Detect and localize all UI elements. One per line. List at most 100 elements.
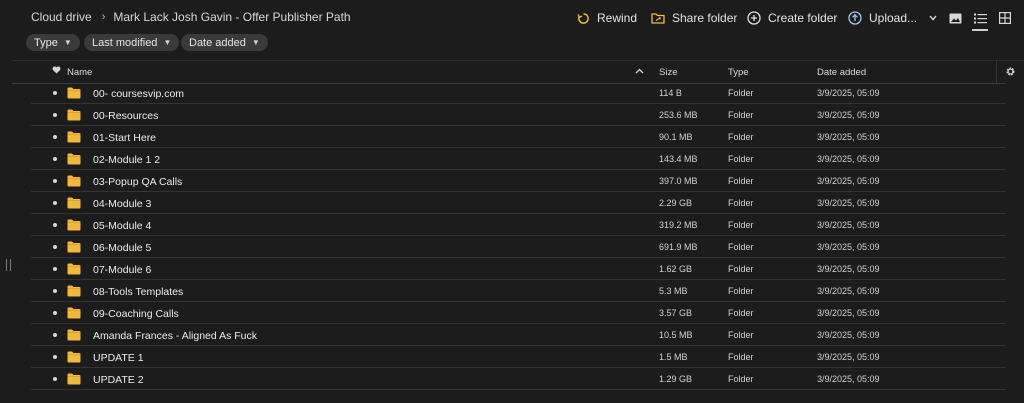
file-list: 00- coursesvip.com 114 B Folder 3/9/2025, 0… (0, 82, 1024, 390)
table-row[interactable]: UPDATE 1 1.5 MB Folder 3/9/2025, 05:09 (0, 346, 1024, 368)
sidebar-resize-handle[interactable] (6, 259, 11, 271)
row-date-added: 3/9/2025, 05:09 (817, 110, 880, 120)
thumbnail-view-button[interactable] (946, 9, 964, 27)
row-name[interactable]: 00- coursesvip.com (93, 88, 184, 100)
plus-circle-icon (747, 11, 761, 25)
folder-icon (67, 263, 81, 278)
table-row[interactable]: 09-Coaching Calls 3.57 GB Folder 3/9/2025, … (0, 302, 1024, 324)
breadcrumb-separator-icon: › (101, 11, 106, 23)
type-filter-label: Type (34, 36, 58, 49)
table-header: Name Size Type Date added (12, 61, 1024, 83)
column-settings-button[interactable] (996, 60, 1024, 83)
row-size: 2.29 GB (659, 198, 693, 208)
folder-icon (67, 351, 81, 366)
row-name[interactable]: 00-Resources (93, 110, 158, 122)
upload-button[interactable]: Upload... (848, 9, 937, 27)
row-date-added: 3/9/2025, 05:09 (817, 132, 880, 142)
row-bullet (53, 311, 57, 315)
chevron-down-icon: ▼ (163, 38, 172, 47)
sort-chevron-up-icon[interactable] (635, 66, 644, 77)
row-name[interactable]: 07-Module 6 (93, 264, 151, 276)
chevron-down-icon[interactable] (929, 15, 937, 21)
share-folder-label: Share folder (672, 11, 738, 25)
row-bullet (53, 91, 57, 95)
row-type: Folder (728, 176, 754, 186)
row-type: Folder (728, 286, 754, 296)
rewind-label: Rewind (597, 11, 638, 25)
table-row[interactable]: 05-Module 4 319.2 MB Folder 3/9/2025, 05:09 (0, 214, 1024, 236)
row-date-added: 3/9/2025, 05:09 (817, 176, 880, 186)
row-date-added: 3/9/2025, 05:09 (817, 220, 880, 230)
create-folder-button[interactable]: Create folder (747, 9, 837, 27)
upload-label: Upload... (869, 11, 918, 25)
folder-icon (67, 87, 81, 102)
list-view-button[interactable] (971, 9, 989, 31)
table-row[interactable]: 07-Module 6 1.62 GB Folder 3/9/2025, 05:09 (0, 258, 1024, 280)
folder-icon (67, 373, 81, 388)
share-folder-button[interactable]: Share folder (651, 9, 737, 27)
row-size: 1.62 GB (659, 264, 693, 274)
image-icon (949, 13, 961, 23)
table-row[interactable]: 04-Module 3 2.29 GB Folder 3/9/2025, 05:09 (0, 192, 1024, 214)
rewind-button[interactable]: Rewind (577, 9, 637, 27)
column-header-name[interactable]: Name (67, 67, 92, 78)
row-name[interactable]: 06-Module 5 (93, 242, 151, 254)
row-type: Folder (728, 264, 754, 274)
row-size: 10.5 MB (659, 330, 693, 340)
grid-icon (999, 12, 1011, 24)
top-bar: Cloud drive › Mark Lack Josh Gavin - Off… (0, 0, 1024, 34)
row-size: 5.3 MB (659, 286, 688, 296)
heart-icon[interactable] (52, 66, 61, 77)
row-type: Folder (728, 154, 754, 164)
breadcrumb-current: Mark Lack Josh Gavin - Offer Publisher P… (113, 10, 351, 24)
chevron-down-icon: ▼ (251, 38, 260, 47)
column-header-size[interactable]: Size (659, 67, 677, 78)
row-name[interactable]: 02-Module 1 2 (93, 154, 160, 166)
row-size: 3.57 GB (659, 308, 693, 318)
row-type: Folder (728, 374, 754, 384)
row-name[interactable]: 04-Module 3 (93, 198, 151, 210)
upload-icon (848, 11, 862, 25)
folder-icon (67, 175, 81, 190)
row-name[interactable]: UPDATE 1 (93, 352, 144, 364)
breadcrumb-root[interactable]: Cloud drive (31, 10, 92, 24)
folder-icon (67, 285, 81, 300)
folder-icon (67, 329, 81, 344)
row-name[interactable]: 01-Start Here (93, 132, 156, 144)
table-row[interactable]: 02-Module 1 2 143.4 MB Folder 3/9/2025, 05:… (0, 148, 1024, 170)
row-size: 319.2 MB (659, 220, 698, 230)
grid-view-button[interactable] (996, 9, 1014, 27)
table-row[interactable]: 00- coursesvip.com 114 B Folder 3/9/2025, 0… (0, 82, 1024, 104)
row-type: Folder (728, 132, 754, 142)
table-row[interactable]: Amanda Frances - Aligned As Fuck 10.5 MB F… (0, 324, 1024, 346)
last-modified-filter-chip[interactable]: Last modified ▼ (84, 34, 180, 51)
row-bullet (53, 355, 57, 359)
row-name[interactable]: 08-Tools Templates (93, 286, 183, 298)
table-row[interactable]: 01-Start Here 90.1 MB Folder 3/9/2025, 05:0… (0, 126, 1024, 148)
table-row[interactable]: UPDATE 2 1.29 GB Folder 3/9/2025, 05:09 (0, 368, 1024, 390)
row-name[interactable]: 03-Popup QA Calls (93, 176, 182, 188)
table-row[interactable]: 03-Popup QA Calls 397.0 MB Folder 3/9/2025,… (0, 170, 1024, 192)
row-bullet (53, 377, 57, 381)
column-header-type[interactable]: Type (728, 67, 749, 78)
folder-icon (67, 241, 81, 256)
table-row[interactable]: 08-Tools Templates 5.3 MB Folder 3/9/2025, … (0, 280, 1024, 302)
row-bullet (53, 157, 57, 161)
row-size: 1.29 GB (659, 374, 693, 384)
row-name[interactable]: 09-Coaching Calls (93, 308, 179, 320)
date-added-filter-chip[interactable]: Date added ▼ (181, 34, 268, 51)
row-name[interactable]: UPDATE 2 (93, 374, 144, 386)
row-name[interactable]: 05-Module 4 (93, 220, 151, 232)
breadcrumb: Cloud drive › Mark Lack Josh Gavin - Off… (31, 10, 351, 24)
column-header-date-added[interactable]: Date added (817, 67, 866, 78)
type-filter-chip[interactable]: Type ▼ (26, 34, 80, 51)
table-row[interactable]: 00-Resources 253.6 MB Folder 3/9/2025, 05:0… (0, 104, 1024, 126)
folder-icon (67, 219, 81, 234)
row-name[interactable]: Amanda Frances - Aligned As Fuck (93, 330, 257, 342)
table-row[interactable]: 06-Module 5 691.9 MB Folder 3/9/2025, 05:09 (0, 236, 1024, 258)
folder-icon (67, 197, 81, 212)
share-folder-icon (651, 13, 665, 24)
row-size: 253.6 MB (659, 110, 698, 120)
row-bullet (53, 223, 57, 227)
row-date-added: 3/9/2025, 05:09 (817, 198, 880, 208)
